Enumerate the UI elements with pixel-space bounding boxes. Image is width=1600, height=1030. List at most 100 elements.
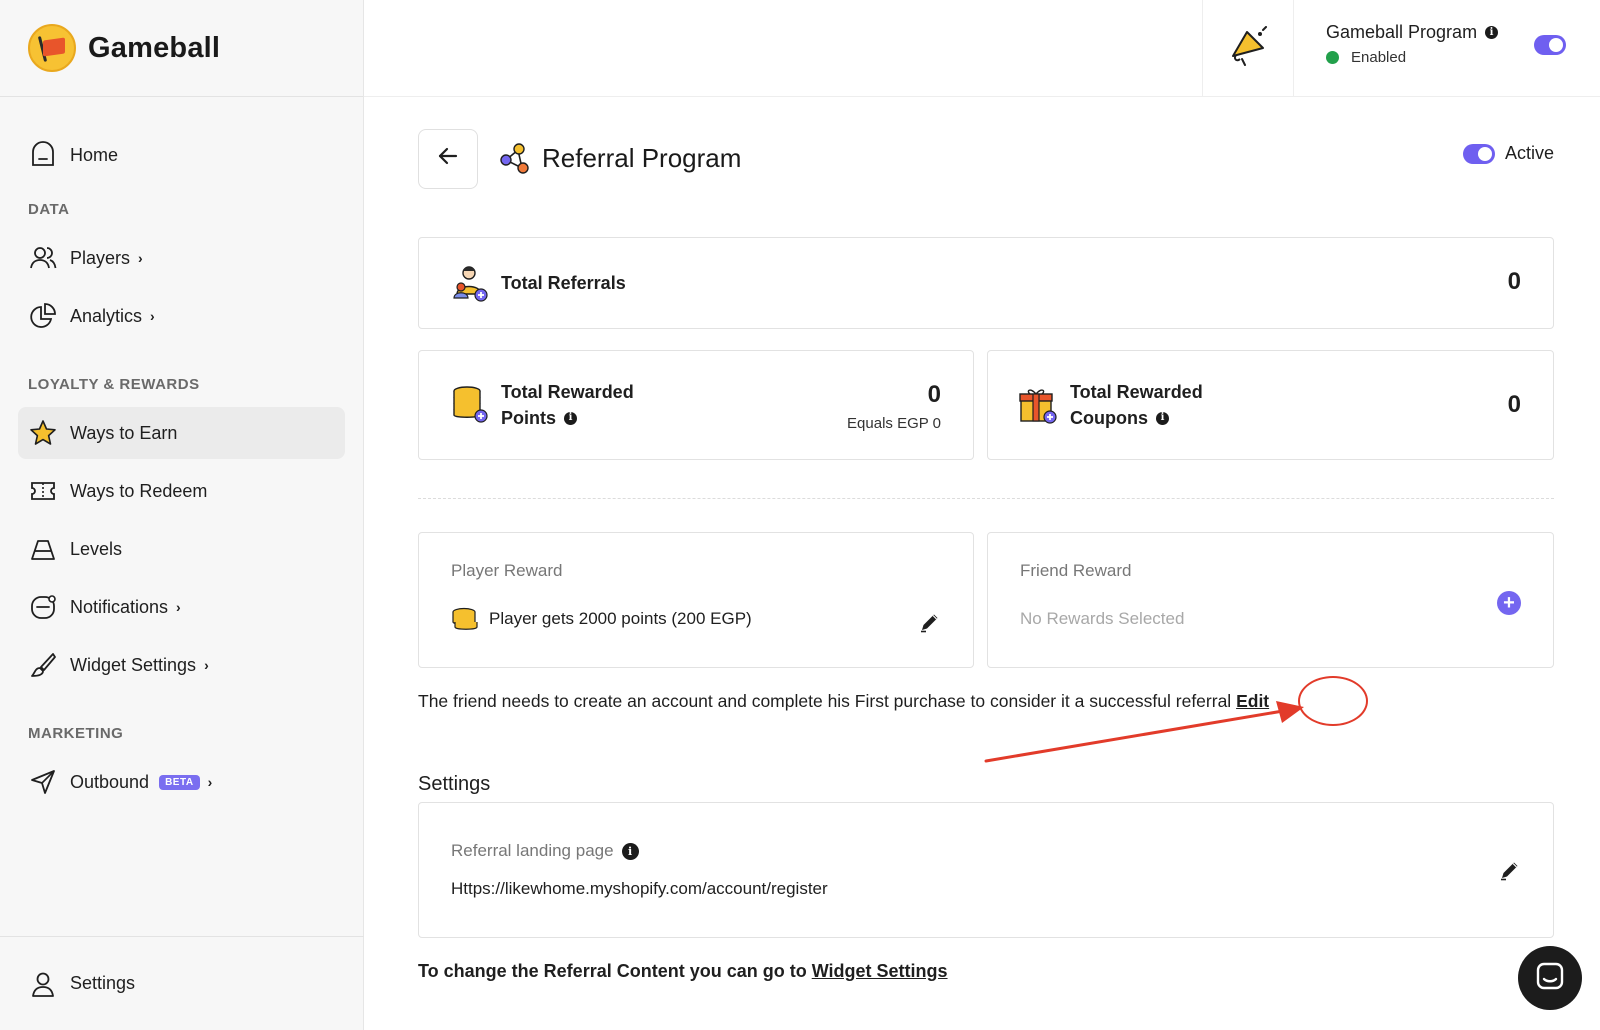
nav-section-marketing: MARKETING xyxy=(28,725,124,742)
notification-icon xyxy=(28,592,58,622)
add-friend-reward-button[interactable]: + xyxy=(1497,591,1521,615)
landing-page-url: Https://likewhome.myshopify.com/account/… xyxy=(451,879,828,898)
player-reward-card: Player Reward Player gets 2000 points (2… xyxy=(418,532,974,668)
chevron-right-icon: › xyxy=(138,250,143,266)
program-status: Enabled xyxy=(1351,49,1407,66)
referral-active-toggle[interactable] xyxy=(1462,143,1495,164)
info-icon[interactable]: i xyxy=(564,411,578,425)
landing-page-card: Referral landing page i Https://likewhom… xyxy=(418,802,1554,938)
sidebar-item-widget-settings[interactable]: Widget Settings › xyxy=(18,639,345,691)
program-status-panel: Gameball Program i Enabled xyxy=(1326,22,1499,66)
total-coupons-card: Total Rewarded Coupons i 0 xyxy=(987,350,1554,460)
total-points-card: Total Rewarded Points i 0 Equals EGP 0 xyxy=(418,350,974,460)
gift-icon xyxy=(1018,385,1058,430)
star-icon xyxy=(28,418,58,448)
edit-pencil-icon[interactable] xyxy=(1499,859,1521,886)
gameball-logo-icon xyxy=(28,24,76,72)
sidebar-item-label: Home xyxy=(70,144,119,165)
total-coupons-value: 0 xyxy=(1507,391,1521,418)
sidebar-item-levels[interactable]: Levels xyxy=(18,523,345,575)
sidebar-item-ways-to-earn[interactable]: Ways to Earn xyxy=(18,407,345,459)
chat-button[interactable] xyxy=(1518,946,1582,1010)
topbar: Gameball Program i Enabled xyxy=(364,0,1600,97)
brand[interactable]: Gameball xyxy=(0,0,363,97)
active-toggle-group: Active xyxy=(1462,143,1554,164)
sidebar-item-label: Outbound xyxy=(70,771,150,792)
coins-icon xyxy=(451,607,479,640)
total-points-label: Total Rewarded xyxy=(501,382,634,402)
widget-settings-link[interactable]: Widget Settings xyxy=(812,961,948,981)
edit-pencil-icon[interactable] xyxy=(919,611,941,638)
total-points-equals: Equals EGP 0 xyxy=(847,415,941,432)
ticket-icon xyxy=(28,476,58,506)
active-label: Active xyxy=(1504,143,1554,163)
sidebar-item-home[interactable]: Home xyxy=(18,129,345,181)
sidebar-item-label: Analytics xyxy=(70,305,143,326)
total-referrals-label: Total Referrals xyxy=(501,273,626,293)
sidebar-item-label: Levels xyxy=(70,538,123,559)
total-coupons-label-2: Coupons xyxy=(1070,408,1148,428)
brush-icon xyxy=(28,650,58,680)
total-points-label-2: Points xyxy=(501,408,557,428)
send-icon xyxy=(28,767,58,797)
footer-note-text: To change the Referral Content you can g… xyxy=(418,961,812,981)
program-enabled-toggle[interactable] xyxy=(1534,35,1566,55)
sidebar-item-notifications[interactable]: Notifications › xyxy=(18,581,345,633)
referral-icon xyxy=(498,142,532,176)
pie-chart-icon xyxy=(28,301,58,331)
info-icon[interactable]: i xyxy=(621,842,639,860)
beta-badge: BETA xyxy=(159,774,200,790)
nav-section-loyalty: LOYALTY & REWARDS xyxy=(28,376,200,393)
player-reward-text: Player gets 2000 points (200 EGP) xyxy=(489,609,752,628)
info-icon[interactable]: i xyxy=(1485,26,1499,39)
coins-icon xyxy=(451,385,489,430)
annotation-arrow xyxy=(984,701,1304,763)
home-icon xyxy=(28,140,58,170)
levels-icon xyxy=(28,534,58,564)
settings-section-title: Settings xyxy=(418,773,491,795)
sidebar-item-analytics[interactable]: Analytics › xyxy=(18,290,345,342)
sidebar-item-label: Settings xyxy=(70,973,136,993)
friend-reward-text: No Rewards Selected xyxy=(1020,609,1185,628)
sidebar-item-players[interactable]: Players › xyxy=(18,232,345,284)
announcements-button[interactable] xyxy=(1202,0,1294,96)
brand-name: Gameball xyxy=(88,31,221,64)
info-icon[interactable]: i xyxy=(1156,411,1169,425)
total-coupons-label: Total Rewarded xyxy=(1070,382,1203,402)
sidebar-item-outbound[interactable]: Outbound BETA › xyxy=(18,756,345,808)
sidebar-item-label: Notifications xyxy=(70,596,169,617)
player-reward-label: Player Reward xyxy=(451,561,563,580)
main-content: Referral Program Active Total Referrals … xyxy=(418,97,1554,981)
program-title: Gameball Program xyxy=(1326,22,1478,42)
sidebar-item-label: Ways to Redeem xyxy=(70,480,208,501)
landing-page-label: Referral landing page xyxy=(451,841,614,860)
users-icon xyxy=(28,243,58,273)
sidebar-item-label: Widget Settings xyxy=(70,654,197,675)
megaphone-icon xyxy=(1227,25,1269,71)
status-dot-icon xyxy=(1326,51,1339,64)
footer-note: To change the Referral Content you can g… xyxy=(418,961,948,982)
arrow-left-icon xyxy=(436,144,460,173)
back-button[interactable] xyxy=(418,128,478,189)
total-referrals-card: Total Referrals 0 xyxy=(418,237,1554,329)
title-row: Referral Program Active xyxy=(418,97,1554,220)
chevron-right-icon: › xyxy=(207,774,213,790)
sidebar: Gameball Home DATA Players › Analytics ›… xyxy=(0,0,364,1030)
total-points-value: 0 xyxy=(927,381,941,408)
page-title: Referral Program xyxy=(542,143,742,173)
chat-icon xyxy=(1535,961,1565,996)
sidebar-nav: Home DATA Players › Analytics › LOYALTY … xyxy=(0,97,363,808)
sidebar-item-label: Ways to Earn xyxy=(70,422,178,443)
nav-section-data: DATA xyxy=(28,201,70,218)
divider xyxy=(418,498,1554,499)
friend-reward-card: Friend Reward No Rewards Selected + xyxy=(987,532,1554,668)
user-icon xyxy=(28,969,58,999)
sidebar-item-label: Players xyxy=(70,247,131,268)
sidebar-item-ways-to-redeem[interactable]: Ways to Redeem xyxy=(18,465,345,517)
chevron-right-icon: › xyxy=(176,599,181,615)
referrals-people-icon xyxy=(451,264,489,307)
friend-reward-label: Friend Reward xyxy=(1020,561,1132,580)
total-referrals-value: 0 xyxy=(1507,268,1521,295)
chevron-right-icon: › xyxy=(150,308,155,324)
sidebar-item-settings[interactable]: Settings xyxy=(0,936,364,1030)
